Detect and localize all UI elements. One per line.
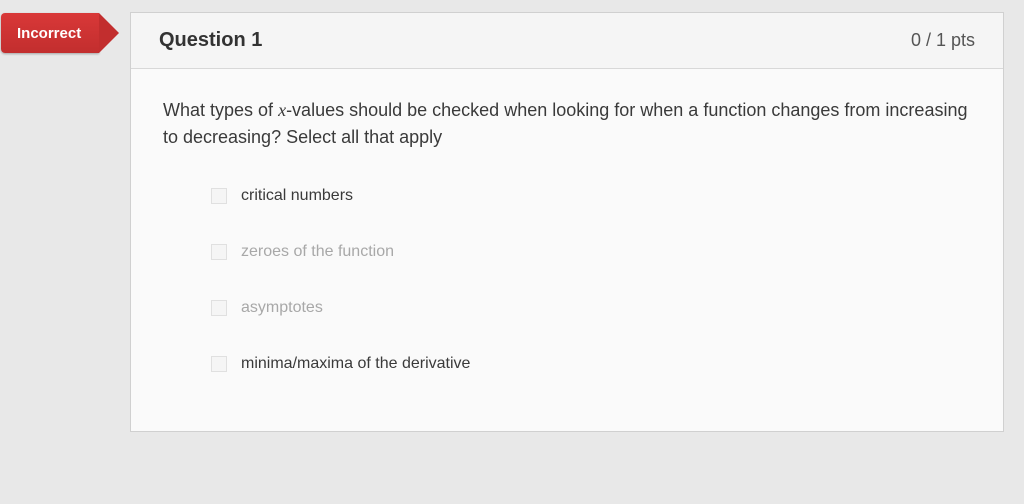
answer-option[interactable]: critical numbers xyxy=(211,187,971,205)
prompt-variable: x xyxy=(278,100,286,120)
checkbox-icon xyxy=(211,244,227,260)
quiz-container: Incorrect Question 1 0 / 1 pts What type… xyxy=(0,0,1024,432)
prompt-text-before: What types of xyxy=(163,100,278,120)
answer-label: asymptotes xyxy=(241,299,323,317)
question-body: What types of x-values should be checked… xyxy=(131,69,1003,431)
question-card: Incorrect Question 1 0 / 1 pts What type… xyxy=(130,12,1004,432)
checkbox-icon xyxy=(211,356,227,372)
question-prompt: What types of x-values should be checked… xyxy=(163,97,971,151)
answer-label: critical numbers xyxy=(241,187,353,205)
question-points: 0 / 1 pts xyxy=(911,30,975,51)
checkbox-icon xyxy=(211,188,227,204)
answer-option[interactable]: asymptotes xyxy=(211,299,971,317)
answer-label: zeroes of the function xyxy=(241,243,394,261)
incorrect-badge: Incorrect xyxy=(1,13,99,53)
answer-option[interactable]: minima/maxima of the derivative xyxy=(211,355,971,373)
answer-option[interactable]: zeroes of the function xyxy=(211,243,971,261)
question-title: Question 1 xyxy=(159,29,262,52)
checkbox-icon xyxy=(211,300,227,316)
question-header: Question 1 0 / 1 pts xyxy=(131,13,1003,69)
answer-list: critical numbers zeroes of the function … xyxy=(163,187,971,373)
answer-label: minima/maxima of the derivative xyxy=(241,355,470,373)
badge-label: Incorrect xyxy=(17,25,81,42)
